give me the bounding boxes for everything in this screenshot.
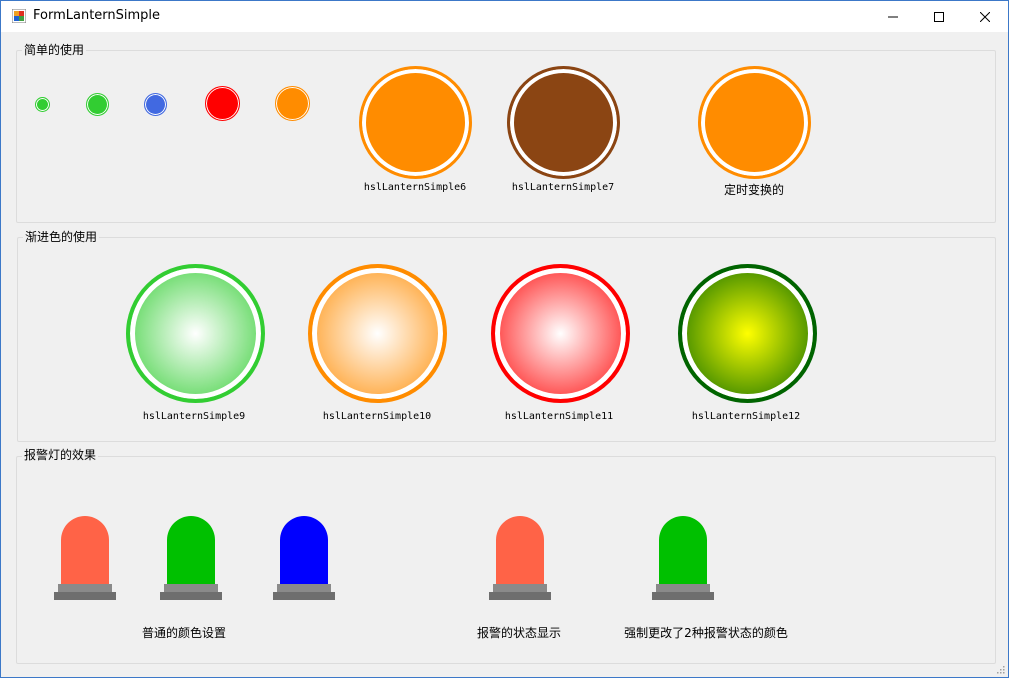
lantern-simple-9 [126,264,265,403]
small-lamp-5 [274,85,310,121]
group-simple [16,50,996,223]
lantern-simple-12-label: hslLanternSimple12 [691,411,801,422]
minimize-icon [888,16,898,17]
small-lamp-1 [34,96,50,112]
window-title: FormLanternSimple [33,8,161,23]
title-bar: FormLanternSimple [1,1,1008,32]
lantern-simple-12 [678,264,817,403]
maximize-button[interactable] [916,1,962,32]
lantern-simple-9-label: hslLanternSimple9 [142,411,246,422]
lantern-simple-7-label: hslLanternSimple7 [511,182,615,193]
small-lamp-4 [204,85,240,121]
maximize-icon [934,11,944,22]
group-alarm-title: 报警灯的效果 [22,448,99,462]
alarm-lamp-3 [273,516,335,602]
group-gradient-title: 渐进色的使用 [23,230,100,244]
app-icon [12,9,26,23]
close-button[interactable] [962,1,1008,32]
main-window: FormLanternSimple 简单的使用 hslLanternSimple… [0,0,1009,678]
small-lamp-3 [143,92,167,116]
alarm-normal-label: 普通的颜色设置 [141,626,227,640]
resize-grip-icon[interactable] [995,664,1005,674]
lantern-simple-11 [491,264,630,403]
alarm-forced-label: 强制更改了2种报警状态的颜色 [624,626,788,640]
lantern-timed-label: 定时变换的 [723,183,785,197]
alarm-lamp-1 [54,516,116,602]
lantern-timed [698,66,811,179]
close-icon [980,11,990,22]
alarm-lamp-forced [652,516,714,602]
lantern-simple-6-label: hslLanternSimple6 [363,182,467,193]
lantern-simple-10 [308,264,447,403]
lantern-simple-7 [507,66,620,179]
minimize-button[interactable] [870,1,916,32]
lantern-simple-6 [359,66,472,179]
alarm-lamp-2 [160,516,222,602]
small-lamp-2 [85,92,109,116]
lantern-simple-11-label: hslLanternSimple11 [504,411,614,422]
alarm-lamp-state [489,516,551,602]
alarm-state-label: 报警的状态显示 [476,626,562,640]
group-simple-title: 简单的使用 [22,43,87,57]
lantern-simple-10-label: hslLanternSimple10 [322,411,432,422]
